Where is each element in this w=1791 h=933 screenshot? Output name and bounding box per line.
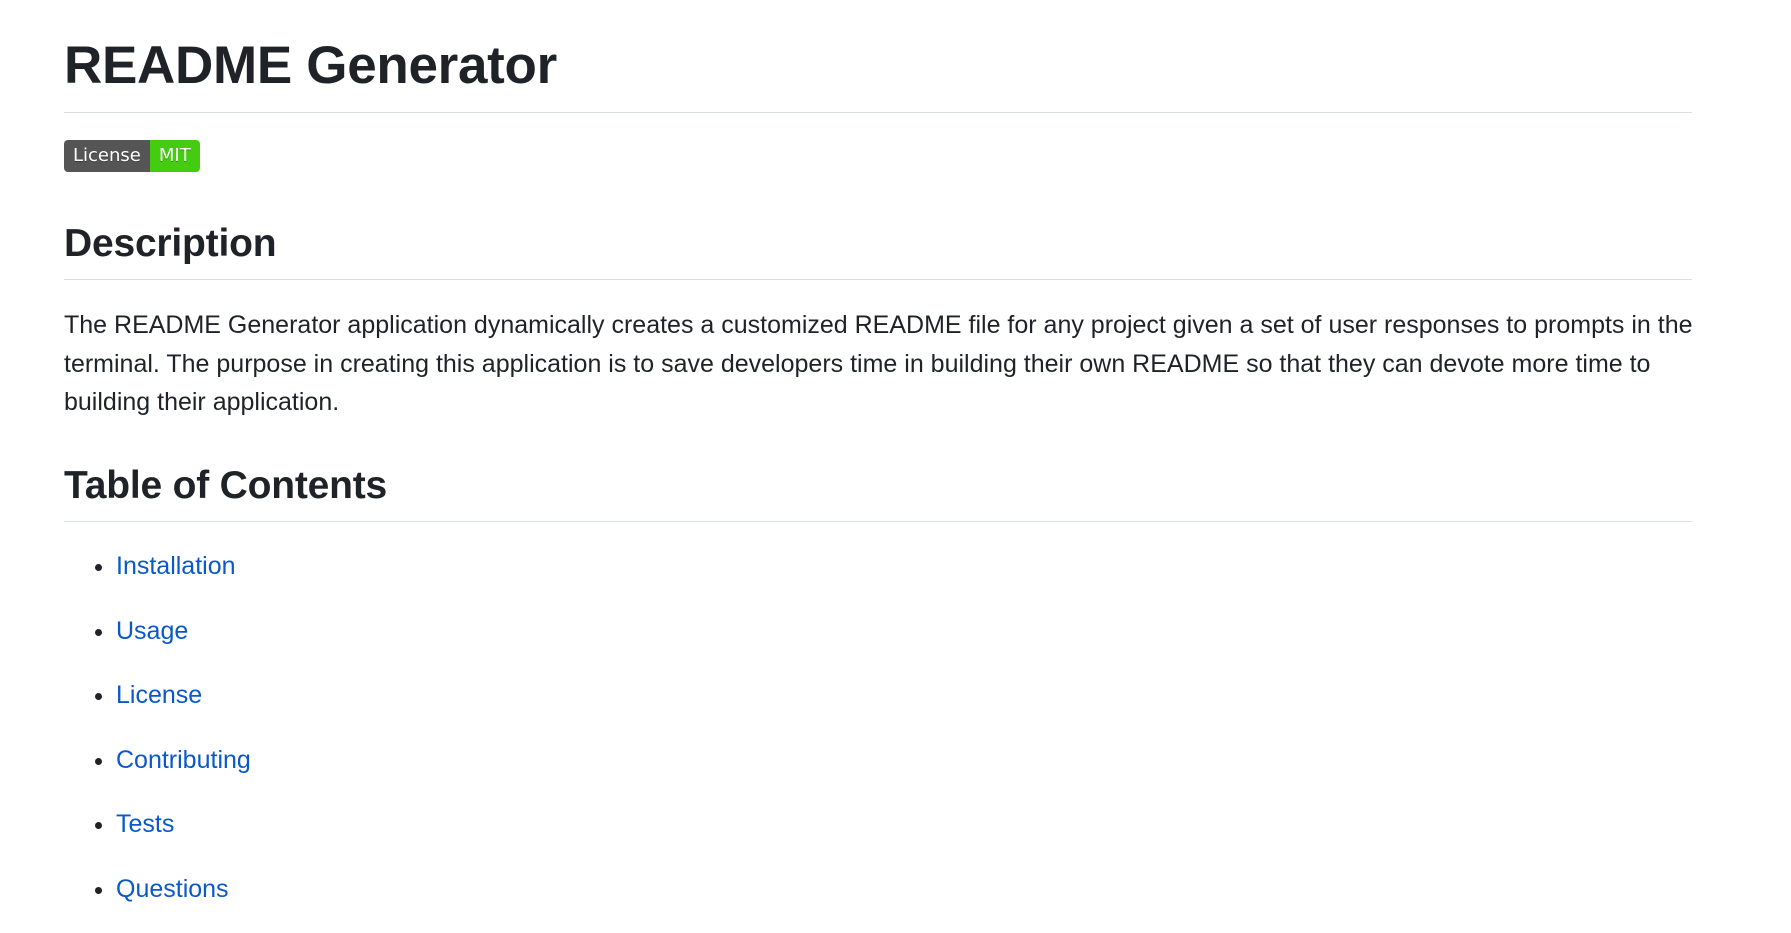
toc-divider (64, 521, 1692, 522)
toc-link-questions[interactable]: Questions (116, 875, 229, 903)
license-badge-value: MIT (150, 140, 200, 172)
license-badge-label: License (64, 140, 150, 172)
toc-link-tests[interactable]: Tests (116, 810, 174, 838)
toc-heading: Table of Contents (64, 464, 387, 508)
toc-link-installation[interactable]: Installation (116, 552, 236, 580)
toc-link-license[interactable]: License (116, 681, 202, 709)
toc-item-questions: Questions (116, 869, 251, 933)
license-badge[interactable]: License MIT (64, 140, 200, 172)
page-title: README Generator (64, 38, 557, 94)
toc-item-installation: Installation (116, 546, 251, 611)
description-text: The README Generator application dynamic… (64, 306, 1704, 422)
description-heading: Description (64, 222, 276, 266)
title-divider (64, 112, 1692, 113)
toc-item-license: License (116, 675, 251, 740)
toc-item-contributing: Contributing (116, 740, 251, 805)
readme-page: README Generator License MIT Description… (0, 0, 1791, 920)
toc-link-contributing[interactable]: Contributing (116, 746, 251, 774)
toc-item-usage: Usage (116, 611, 251, 676)
description-divider (64, 279, 1692, 280)
toc-link-usage[interactable]: Usage (116, 617, 188, 645)
toc-list: Installation Usage License Contributing … (64, 546, 251, 933)
toc-item-tests: Tests (116, 804, 251, 869)
